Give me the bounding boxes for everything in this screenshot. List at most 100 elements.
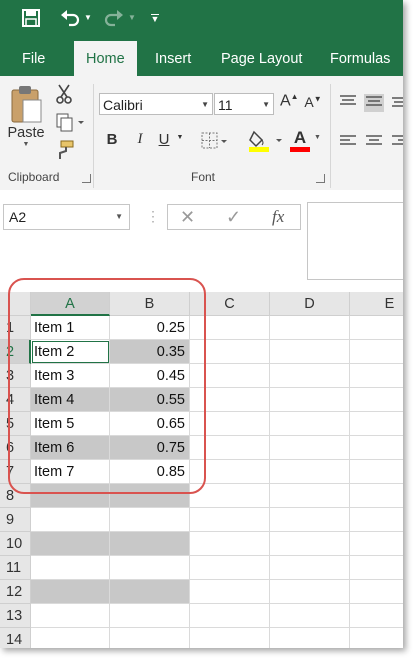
cell-e[interactable]: [350, 436, 403, 460]
name-box[interactable]: A2 ▼: [3, 204, 130, 230]
cell-e[interactable]: [350, 412, 403, 436]
cell-d[interactable]: [270, 508, 350, 532]
align-left-icon[interactable]: [338, 134, 358, 152]
fill-color-button[interactable]: [248, 128, 286, 154]
row-header[interactable]: 10: [0, 532, 31, 556]
tab-page-layout[interactable]: Page Layout: [209, 36, 314, 76]
cell-e[interactable]: [350, 460, 403, 484]
middle-align-icon[interactable]: [364, 94, 384, 112]
align-center-icon[interactable]: [364, 134, 384, 152]
bottom-align-icon[interactable]: [390, 94, 403, 112]
cell-d[interactable]: [270, 484, 350, 508]
cell-b[interactable]: [110, 580, 190, 604]
grow-font-button[interactable]: A▲: [280, 92, 299, 114]
cell-a[interactable]: [31, 604, 110, 628]
chevron-down-icon[interactable]: ▼: [176, 134, 184, 150]
cell-e[interactable]: [350, 340, 403, 364]
cell-d[interactable]: [270, 628, 350, 648]
cell-b[interactable]: [110, 628, 190, 648]
cell-b[interactable]: [110, 532, 190, 556]
cell-e[interactable]: [350, 484, 403, 508]
cell-e[interactable]: [350, 580, 403, 604]
borders-button[interactable]: [200, 131, 228, 153]
cell-c[interactable]: [190, 508, 270, 532]
cell-d[interactable]: [270, 412, 350, 436]
column-header-e[interactable]: E: [350, 292, 403, 316]
cell-d[interactable]: [270, 364, 350, 388]
cell-d[interactable]: [270, 436, 350, 460]
shrink-font-button[interactable]: A▼: [304, 94, 322, 116]
enter-icon[interactable]: ✓: [226, 205, 241, 229]
cell-d[interactable]: [270, 604, 350, 628]
cell-d[interactable]: [270, 532, 350, 556]
cell-c[interactable]: [190, 628, 270, 648]
row-header[interactable]: 13: [0, 604, 31, 628]
redo-dropdown-icon[interactable]: ▼: [128, 8, 136, 28]
customize-qat-icon[interactable]: ▼: [148, 6, 162, 30]
clipboard-launcher-icon[interactable]: [82, 174, 91, 183]
tab-home[interactable]: Home: [74, 41, 137, 76]
cell-b[interactable]: [110, 556, 190, 580]
column-header-d[interactable]: D: [270, 292, 350, 316]
row-header[interactable]: 9: [0, 508, 31, 532]
formula-input[interactable]: [307, 202, 403, 280]
cell-a[interactable]: [31, 532, 110, 556]
italic-button[interactable]: I: [132, 131, 148, 153]
row-header[interactable]: 12: [0, 580, 31, 604]
cell-e[interactable]: [350, 532, 403, 556]
insert-function-icon[interactable]: fx: [272, 205, 284, 229]
cell-c[interactable]: [190, 532, 270, 556]
cell-a[interactable]: [31, 628, 110, 648]
bold-button[interactable]: B: [104, 131, 120, 153]
tab-file[interactable]: File: [10, 36, 57, 76]
top-align-icon[interactable]: [338, 94, 358, 112]
cancel-icon[interactable]: ✕: [180, 205, 195, 229]
row-header[interactable]: 14: [0, 628, 31, 648]
underline-button[interactable]: U: [156, 131, 172, 153]
row-header[interactable]: 11: [0, 556, 31, 580]
cell-c[interactable]: [190, 556, 270, 580]
cell-d[interactable]: [270, 340, 350, 364]
cell-a[interactable]: [31, 580, 110, 604]
align-right-icon[interactable]: [390, 134, 403, 152]
font-color-button[interactable]: A ▼: [288, 128, 324, 154]
cell-e[interactable]: [350, 316, 403, 340]
font-name-combo[interactable]: Calibri ▼: [99, 93, 213, 115]
cell-d[interactable]: [270, 388, 350, 412]
cell-a[interactable]: [31, 508, 110, 532]
cell-c[interactable]: [190, 604, 270, 628]
tab-formulas[interactable]: Formulas: [318, 36, 402, 76]
cell-e[interactable]: [350, 556, 403, 580]
undo-dropdown-icon[interactable]: ▼: [84, 8, 92, 28]
format-painter-icon[interactable]: [54, 140, 76, 162]
cell-e[interactable]: [350, 388, 403, 412]
cell-e[interactable]: [350, 364, 403, 388]
name-box-value: A2: [9, 209, 27, 225]
font-color-swatch: [290, 147, 310, 152]
tab-insert[interactable]: Insert: [143, 36, 203, 76]
cell-a[interactable]: [31, 556, 110, 580]
cut-icon[interactable]: [54, 84, 74, 106]
save-icon[interactable]: [18, 6, 44, 30]
group-divider: [330, 84, 331, 188]
cell-d[interactable]: [270, 556, 350, 580]
font-size-combo[interactable]: 11 ▼: [214, 93, 274, 115]
formula-bar-grip-icon[interactable]: ⋮: [146, 208, 160, 225]
paste-dropdown-icon: ▼: [22, 141, 30, 148]
cell-e[interactable]: [350, 508, 403, 532]
cell-b[interactable]: [110, 508, 190, 532]
cell-d[interactable]: [270, 316, 350, 340]
paint-bucket-icon: [249, 130, 282, 152]
cell-d[interactable]: [270, 460, 350, 484]
redo-icon[interactable]: [102, 6, 126, 30]
font-launcher-icon[interactable]: [316, 174, 325, 183]
copy-icon[interactable]: [54, 112, 86, 134]
cell-d[interactable]: [270, 580, 350, 604]
cell-b[interactable]: [110, 604, 190, 628]
cell-c[interactable]: [190, 580, 270, 604]
undo-icon[interactable]: [58, 6, 82, 30]
paste-button[interactable]: Paste ▼: [6, 84, 46, 158]
chevron-down-icon: ▼: [201, 100, 209, 109]
cell-e[interactable]: [350, 604, 403, 628]
cell-e[interactable]: [350, 628, 403, 648]
